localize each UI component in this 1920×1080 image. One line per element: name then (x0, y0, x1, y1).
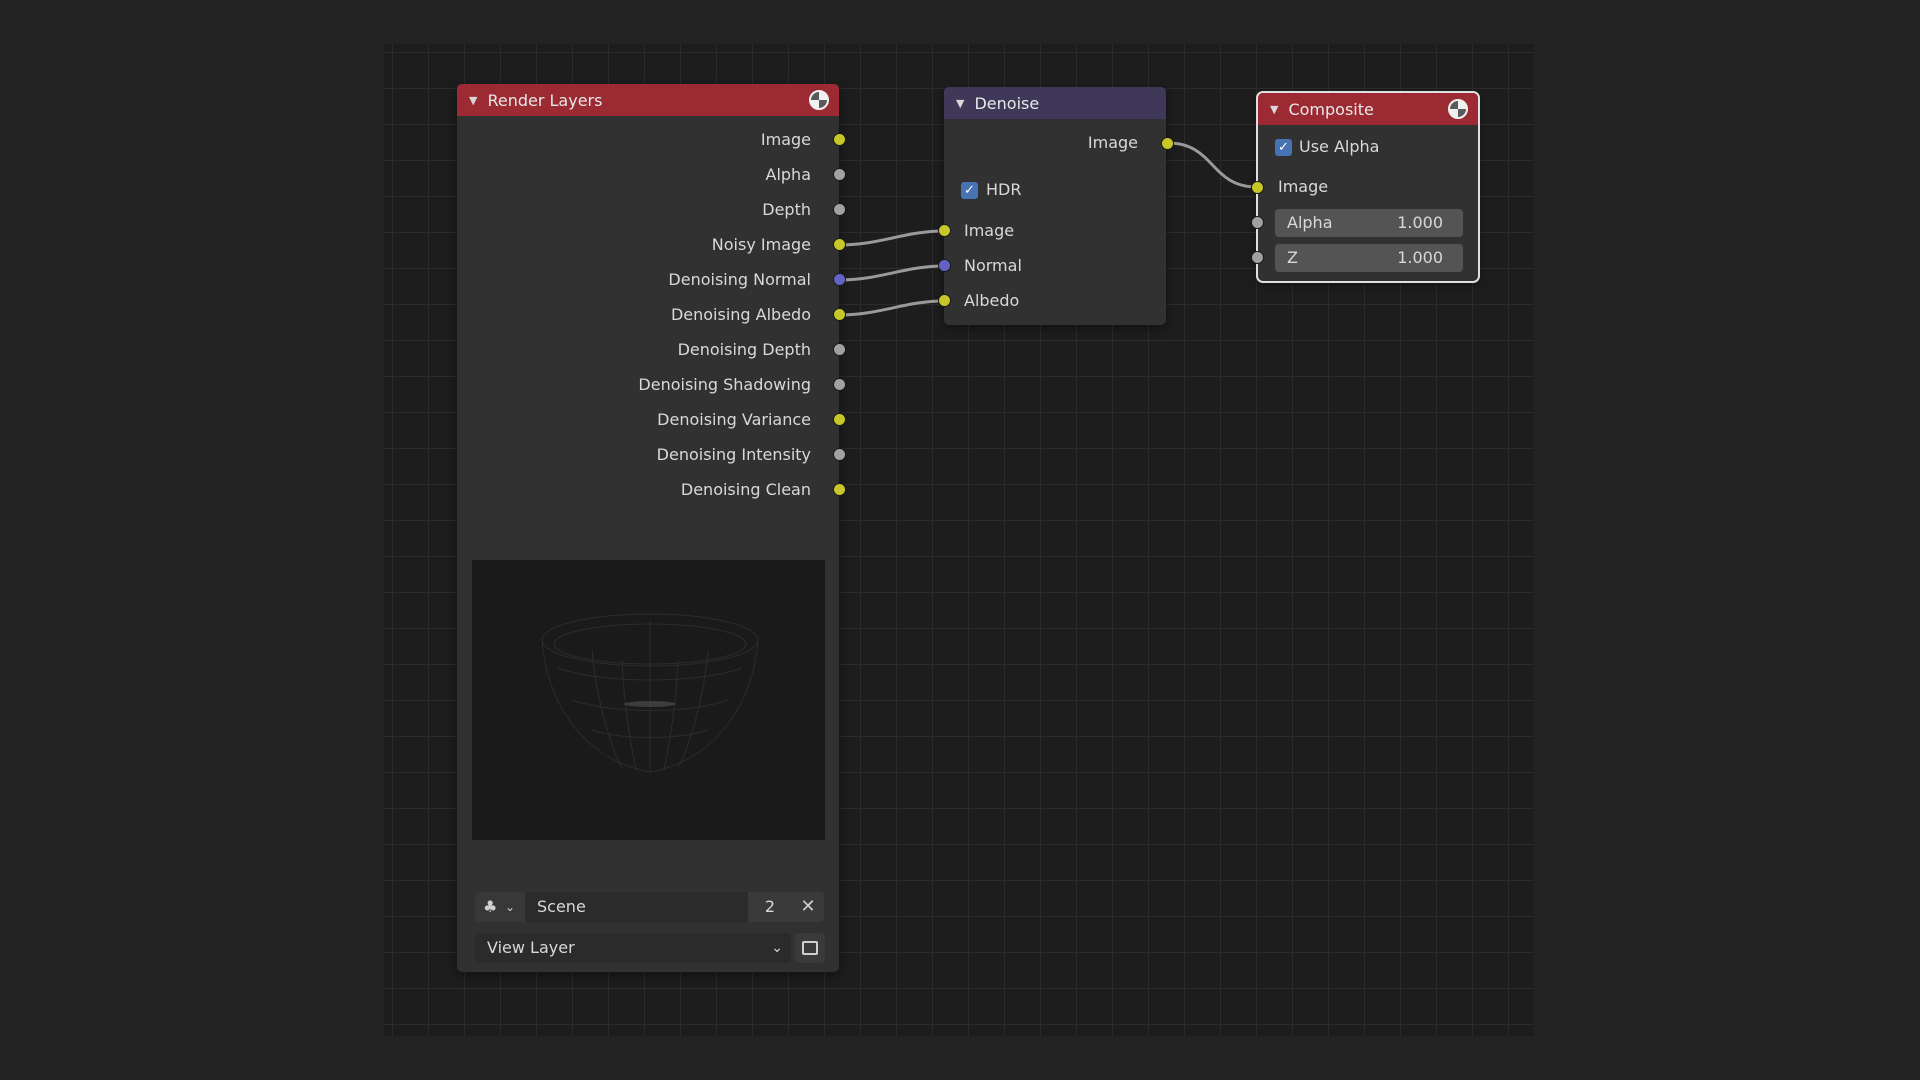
denoise-output-image-label: Image (1087, 133, 1138, 152)
denoise-input-normal-label: Normal (964, 256, 1022, 275)
scene-icon: ♣ (483, 897, 498, 916)
use-alpha-checkbox[interactable]: ✓ (1275, 139, 1292, 156)
socket-depth-out[interactable] (833, 203, 846, 216)
scene-name-text: Scene (537, 897, 586, 916)
socket-composite-z-in[interactable] (1251, 251, 1264, 264)
triangle-down-icon[interactable]: ▼ (956, 97, 964, 110)
alpha-field-label: Alpha (1287, 213, 1333, 232)
composite-node[interactable]: ▼ Composite ✓ Use Alpha Image Alpha 1.00… (1256, 91, 1480, 283)
render-sphere-icon[interactable] (809, 90, 829, 110)
z-field[interactable]: Z 1.000 (1275, 244, 1463, 272)
alpha-field[interactable]: Alpha 1.000 (1275, 209, 1463, 237)
socket-denoising-intensity-out[interactable] (833, 448, 846, 461)
scene-users-text: 2 (764, 897, 776, 916)
unlink-scene-button[interactable]: ✕ (792, 892, 824, 922)
node-title: Render Layers (487, 90, 603, 110)
render-layers-node[interactable]: ▼ Render Layers Image Alpha Depth Noisy … (457, 84, 839, 972)
node-title: Denoise (974, 93, 1040, 113)
output-alpha-label: Alpha (765, 165, 812, 184)
composite-header[interactable]: ▼ Composite (1258, 93, 1478, 125)
socket-denoise-image-out[interactable] (1161, 137, 1174, 150)
close-icon: ✕ (800, 896, 816, 917)
chevron-down-icon: ⌄ (505, 900, 516, 914)
denoise-header[interactable]: ▼ Denoise (944, 87, 1166, 119)
socket-denoising-albedo-out[interactable] (833, 308, 846, 321)
alpha-field-value: 1.000 (1397, 213, 1443, 232)
output-image-label: Image (760, 130, 811, 149)
socket-denoise-albedo-in[interactable] (938, 294, 951, 307)
triangle-down-icon[interactable]: ▼ (1270, 103, 1278, 116)
node-title: Composite (1288, 99, 1374, 119)
denoise-input-albedo-label: Albedo (964, 291, 1020, 310)
scene-selector[interactable]: ♣ ⌄ (475, 892, 525, 922)
output-denoising-clean-label: Denoising Clean (680, 480, 811, 499)
view-layer-text: View Layer (487, 938, 575, 957)
render-layer-button[interactable] (795, 933, 825, 963)
socket-denoise-image-in[interactable] (938, 224, 951, 237)
denoise-node[interactable]: ▼ Denoise Image ✓ HDR Image Normal Albed… (944, 87, 1166, 325)
socket-image-out[interactable] (833, 133, 846, 146)
socket-composite-alpha-in[interactable] (1251, 216, 1264, 229)
output-denoising-intensity-label: Denoising Intensity (656, 445, 811, 464)
socket-denoising-clean-out[interactable] (833, 483, 846, 496)
socket-denoising-variance-out[interactable] (833, 413, 846, 426)
socket-denoising-shadowing-out[interactable] (833, 378, 846, 391)
output-denoising-albedo-label: Denoising Albedo (670, 305, 811, 324)
bowl-wireframe-image (541, 613, 759, 773)
chevron-down-icon: ⌄ (771, 940, 783, 956)
output-denoising-variance-label: Denoising Variance (657, 410, 811, 429)
denoise-input-image-label: Image (964, 221, 1015, 240)
socket-noisy-image-out[interactable] (833, 238, 846, 251)
view-layer-dropdown[interactable]: View Layer ⌄ (475, 933, 791, 963)
render-preview (472, 560, 825, 840)
output-noisy-image-label: Noisy Image (711, 235, 811, 254)
scene-name-field[interactable]: Scene (525, 892, 748, 922)
output-denoising-shadowing-label: Denoising Shadowing (638, 375, 811, 394)
render-layer-icon (802, 941, 818, 955)
render-sphere-icon[interactable] (1448, 99, 1468, 119)
z-field-label: Z (1287, 248, 1298, 267)
socket-denoising-depth-out[interactable] (833, 343, 846, 356)
socket-denoising-normal-out[interactable] (833, 273, 846, 286)
socket-composite-image-in[interactable] (1251, 181, 1264, 194)
output-depth-label: Depth (762, 200, 811, 219)
triangle-down-icon[interactable]: ▼ (469, 94, 477, 107)
hdr-checkbox[interactable]: ✓ (961, 182, 978, 199)
output-denoising-depth-label: Denoising Depth (677, 340, 811, 359)
z-field-value: 1.000 (1397, 248, 1443, 267)
composite-input-image-label: Image (1278, 177, 1329, 196)
scene-users-count[interactable]: 2 (748, 892, 792, 922)
use-alpha-label: Use Alpha (1299, 137, 1380, 156)
output-denoising-normal-label: Denoising Normal (668, 270, 811, 289)
render-layers-header[interactable]: ▼ Render Layers (457, 84, 839, 116)
socket-denoise-normal-in[interactable] (938, 259, 951, 272)
hdr-label: HDR (986, 180, 1022, 199)
socket-alpha-out[interactable] (833, 168, 846, 181)
